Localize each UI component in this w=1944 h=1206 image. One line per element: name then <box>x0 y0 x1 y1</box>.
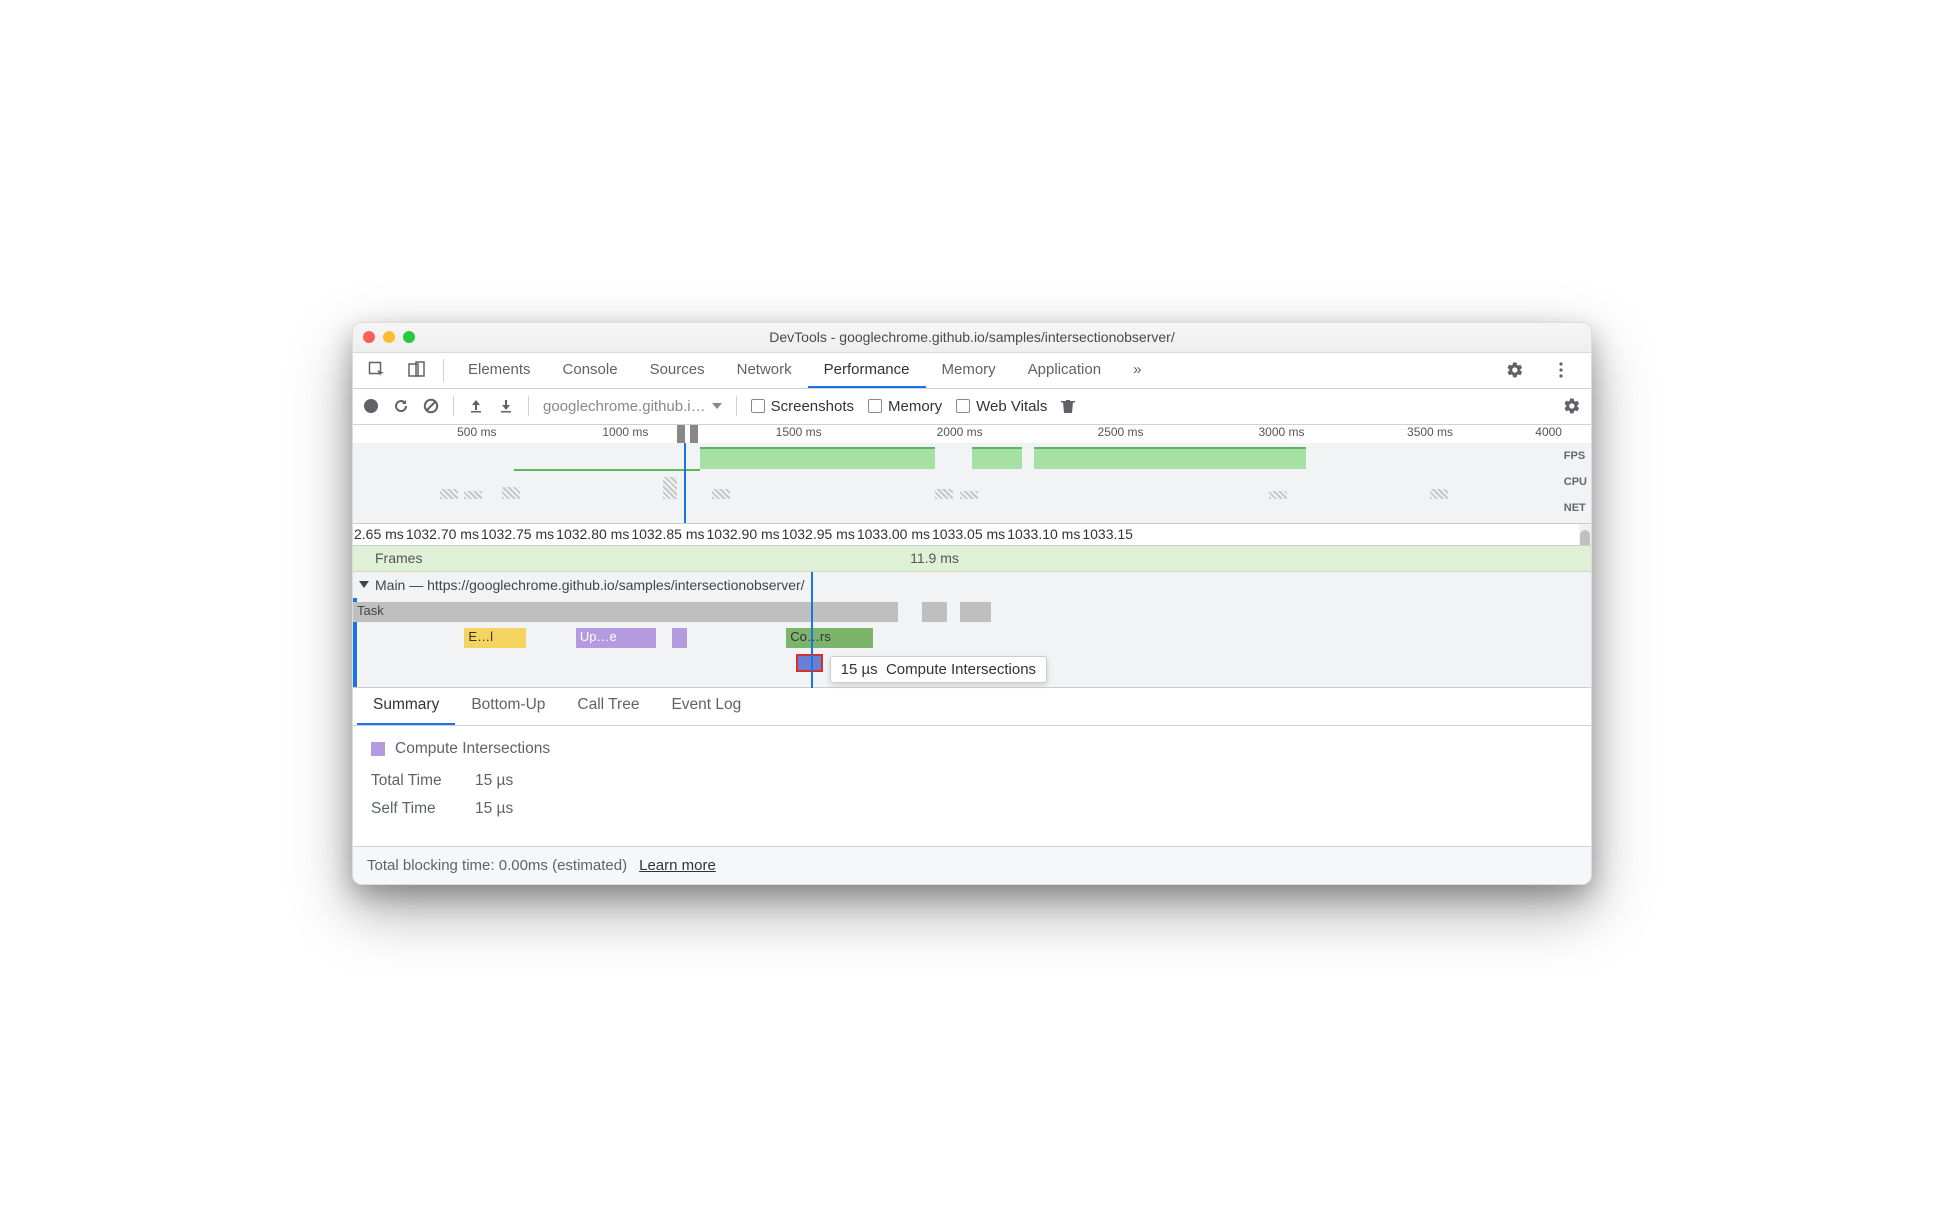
overview-lane-labels: FPS CPU NET <box>1564 443 1587 521</box>
task-bar[interactable] <box>922 602 947 622</box>
inspect-element-icon[interactable] <box>359 353 395 388</box>
cpu-lane <box>353 473 1591 499</box>
devtools-window: DevTools - googlechrome.github.io/sample… <box>352 322 1592 885</box>
flame-event[interactable]: Co…rs <box>786 628 873 648</box>
tab-memory[interactable]: Memory <box>926 353 1012 388</box>
collect-garbage-button[interactable] <box>1061 398 1075 414</box>
summary-pane: Compute Intersections Total Time 15 µs S… <box>353 726 1591 846</box>
flamechart[interactable]: Task E…l Up…e Co…rs 15 µs Compute Inters… <box>353 598 1591 688</box>
task-bar[interactable]: Task <box>353 602 898 622</box>
tbt-text: Total blocking time: 0.00ms (estimated) <box>367 857 627 874</box>
tab-bottom-up[interactable]: Bottom-Up <box>455 688 561 725</box>
flame-tooltip: 15 µs Compute Intersections <box>830 656 1047 683</box>
frame-duration: 11.9 ms <box>910 550 959 566</box>
summary-title: Compute Intersections <box>395 740 550 758</box>
screenshots-checkbox[interactable]: Screenshots <box>751 398 854 415</box>
total-time-label: Total Time <box>371 772 457 790</box>
flame-event[interactable] <box>672 628 687 648</box>
window-title: DevTools - googlechrome.github.io/sample… <box>353 329 1591 345</box>
panel-tabs: Elements Console Sources Network Perform… <box>452 353 1493 388</box>
flame-event[interactable]: Up…e <box>576 628 656 648</box>
event-color-swatch <box>371 742 385 756</box>
main-thread-title: Main — https://googlechrome.github.io/sa… <box>375 577 805 593</box>
profile-select[interactable]: googlechrome.github.i… <box>543 398 722 415</box>
overview-marker[interactable] <box>677 425 685 443</box>
performance-toolbar: googlechrome.github.i… Screenshots Memor… <box>353 389 1591 425</box>
tab-elements[interactable]: Elements <box>452 353 547 388</box>
tab-sources[interactable]: Sources <box>634 353 721 388</box>
tab-summary[interactable]: Summary <box>357 688 455 725</box>
save-profile-button[interactable] <box>498 398 514 414</box>
scrollbar[interactable] <box>1579 524 1591 546</box>
flame-event[interactable]: E…l <box>464 628 526 648</box>
overview-cursor[interactable] <box>684 443 686 523</box>
overview-marker[interactable] <box>690 425 698 443</box>
status-bar: Total blocking time: 0.00ms (estimated) … <box>353 846 1591 884</box>
tab-event-log[interactable]: Event Log <box>655 688 757 725</box>
overview-ruler: 500 ms 1000 ms 1500 ms 2000 ms 2500 ms 3… <box>353 425 1591 443</box>
scrollbar-thumb[interactable] <box>1580 530 1590 546</box>
titlebar: DevTools - googlechrome.github.io/sample… <box>353 323 1591 353</box>
details-tabs: Summary Bottom-Up Call Tree Event Log <box>353 688 1591 726</box>
frames-track[interactable]: Frames 11.9 ms <box>353 546 1591 572</box>
record-button[interactable] <box>363 398 379 414</box>
profile-select-value: googlechrome.github.i… <box>543 398 706 415</box>
flamechart-ruler[interactable]: 2.65 ms 1032.70 ms 1032.75 ms 1032.80 ms… <box>353 524 1591 546</box>
memory-checkbox[interactable]: Memory <box>868 398 942 415</box>
tab-call-tree[interactable]: Call Tree <box>561 688 655 725</box>
learn-more-link[interactable]: Learn more <box>639 857 716 874</box>
tabs-overflow[interactable]: » <box>1117 353 1157 388</box>
settings-gear-icon[interactable] <box>1497 361 1533 379</box>
fps-lane <box>353 447 1591 469</box>
tab-console[interactable]: Console <box>547 353 634 388</box>
panel-tabs-row: Elements Console Sources Network Perform… <box>353 353 1591 389</box>
task-bar[interactable] <box>960 602 991 622</box>
main-thread-header[interactable]: Main — https://googlechrome.github.io/sa… <box>353 572 1591 598</box>
timeline-overview[interactable]: 500 ms 1000 ms 1500 ms 2000 ms 2500 ms 3… <box>353 425 1591 524</box>
flame-event-selected[interactable] <box>796 654 823 672</box>
playhead-cursor[interactable] <box>811 572 813 688</box>
reload-record-button[interactable] <box>393 398 409 414</box>
webvitals-checkbox[interactable]: Web Vitals <box>956 398 1047 415</box>
self-time-label: Self Time <box>371 800 457 818</box>
tab-performance[interactable]: Performance <box>808 353 926 388</box>
load-profile-button[interactable] <box>468 398 484 414</box>
frames-label: Frames <box>353 550 910 566</box>
chevron-down-icon <box>359 581 369 588</box>
self-time-value: 15 µs <box>475 800 513 818</box>
tab-application[interactable]: Application <box>1012 353 1117 388</box>
dropdown-triangle-icon <box>712 403 722 409</box>
device-toolbar-icon[interactable] <box>399 353 435 388</box>
total-time-value: 15 µs <box>475 772 513 790</box>
tab-network[interactable]: Network <box>721 353 808 388</box>
more-menu-icon[interactable] <box>1543 361 1579 379</box>
capture-settings-icon[interactable] <box>1563 397 1581 415</box>
clear-button[interactable] <box>423 398 439 414</box>
